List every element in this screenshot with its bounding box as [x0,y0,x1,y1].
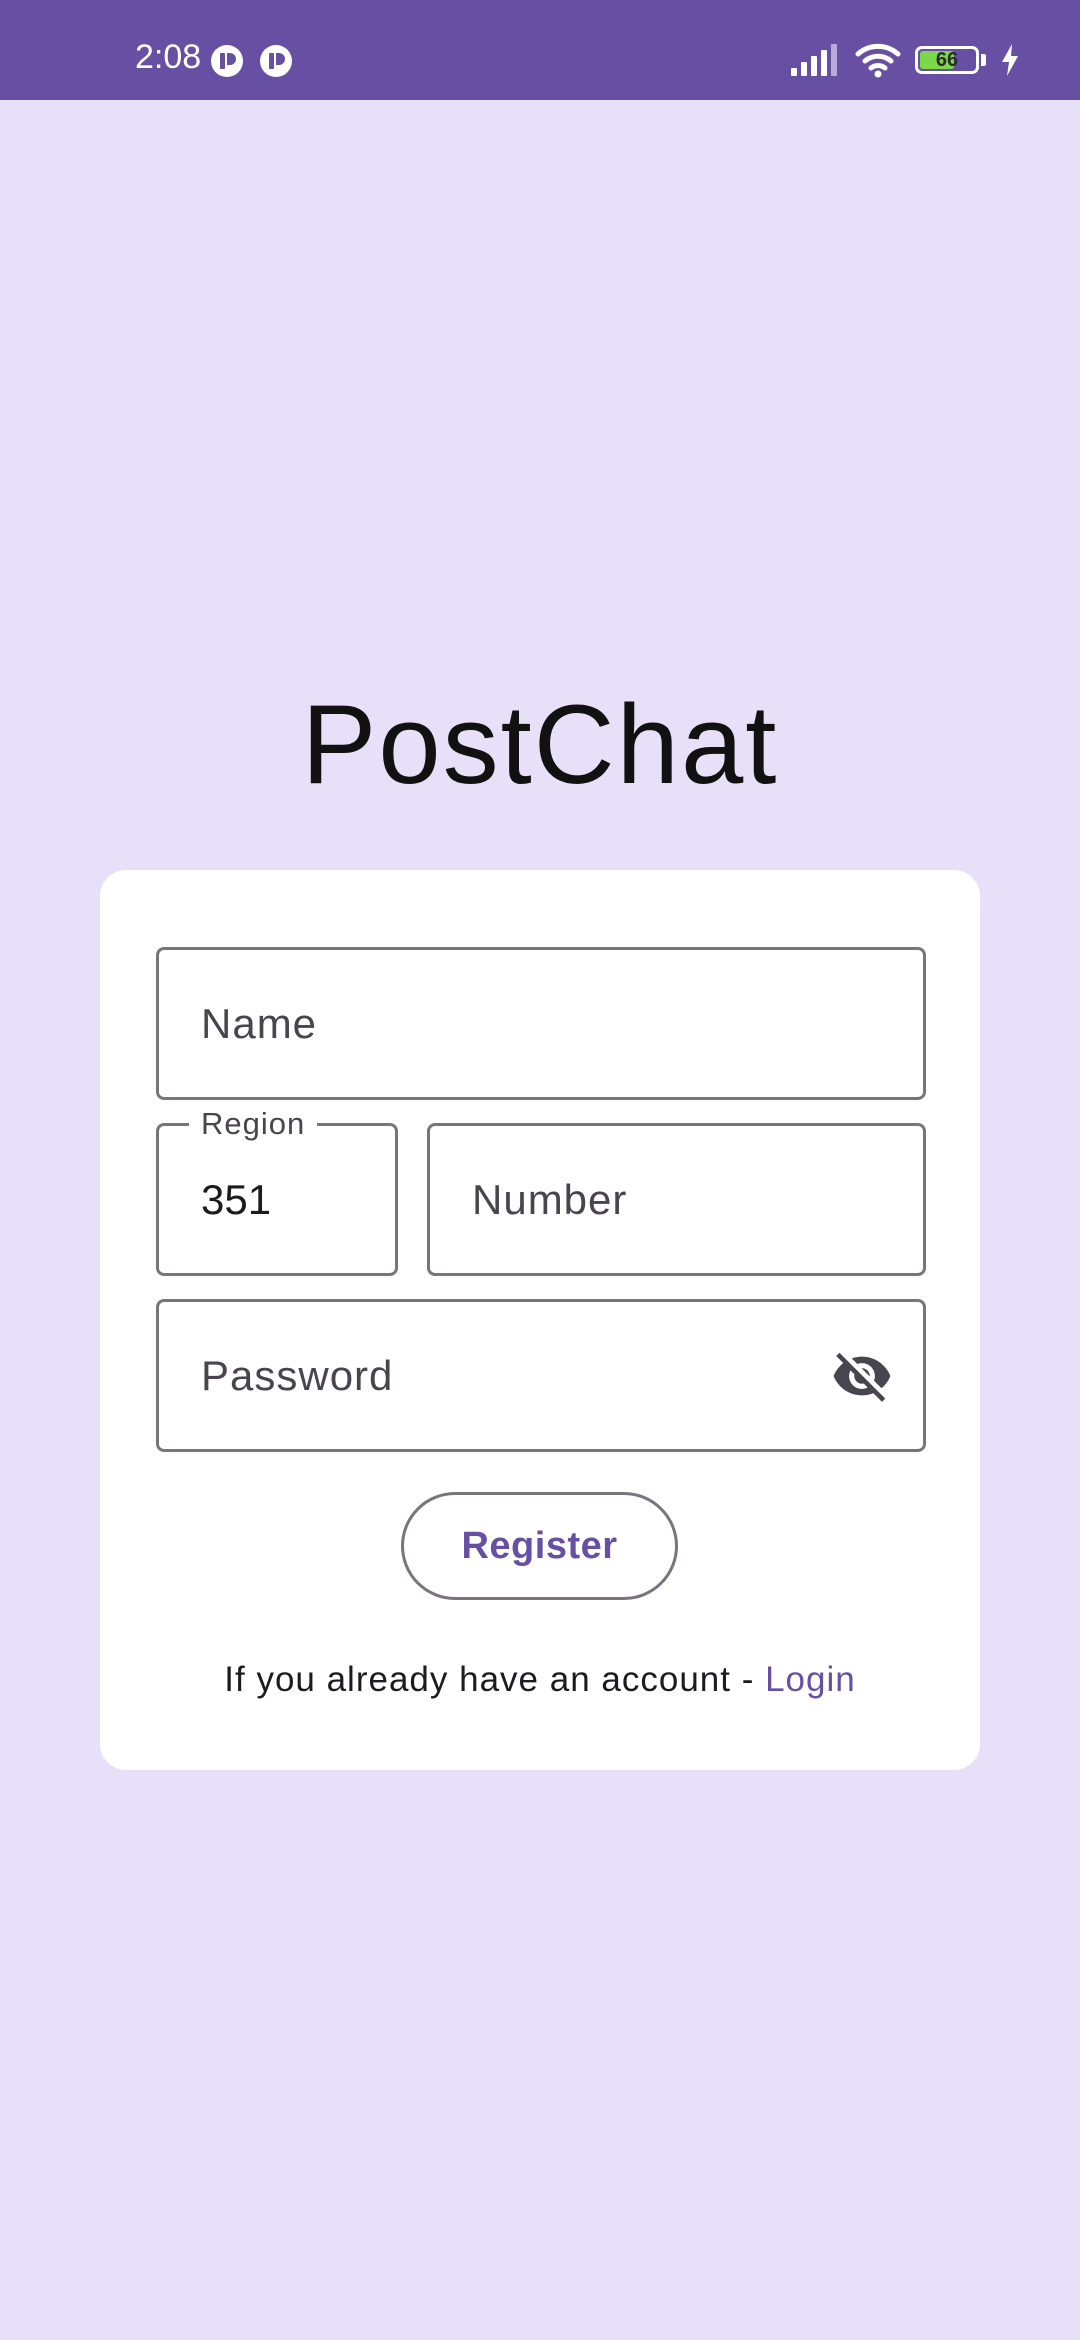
number-field[interactable]: Number [427,1123,926,1276]
battery-cap [981,54,986,66]
name-field[interactable]: Name [156,947,926,1100]
name-placeholder: Name [201,999,318,1047]
number-placeholder: Number [472,1175,628,1223]
status-right-icons: 66 [791,40,1020,80]
register-button[interactable]: Register [401,1492,678,1600]
notification-app-icon [211,45,243,77]
battery-level: 66 [935,49,959,71]
notification-app-icon [260,45,292,77]
visibility-off-icon[interactable] [831,1345,893,1407]
region-field[interactable]: Region 351 [156,1106,398,1276]
charging-bolt-icon [1002,44,1018,76]
region-value: 351 [201,1175,272,1223]
login-link[interactable]: Login [765,1660,856,1699]
status-bar: 2:08 66 [0,0,1080,100]
login-prompt: If you already have an account - Login [100,1660,980,1700]
register-card: Name Region 351 Number Password Register… [100,870,980,1770]
region-label: Region [189,1106,318,1142]
password-placeholder: Password [201,1351,394,1399]
password-field[interactable]: Password [156,1299,926,1452]
status-time: 2:08 [135,38,202,76]
signal-icon [791,44,837,76]
login-prompt-text: If you already have an account - [224,1660,766,1699]
wifi-icon [855,43,901,78]
app-title: PostChat [301,682,779,807]
battery-icon: 66 [915,46,979,74]
